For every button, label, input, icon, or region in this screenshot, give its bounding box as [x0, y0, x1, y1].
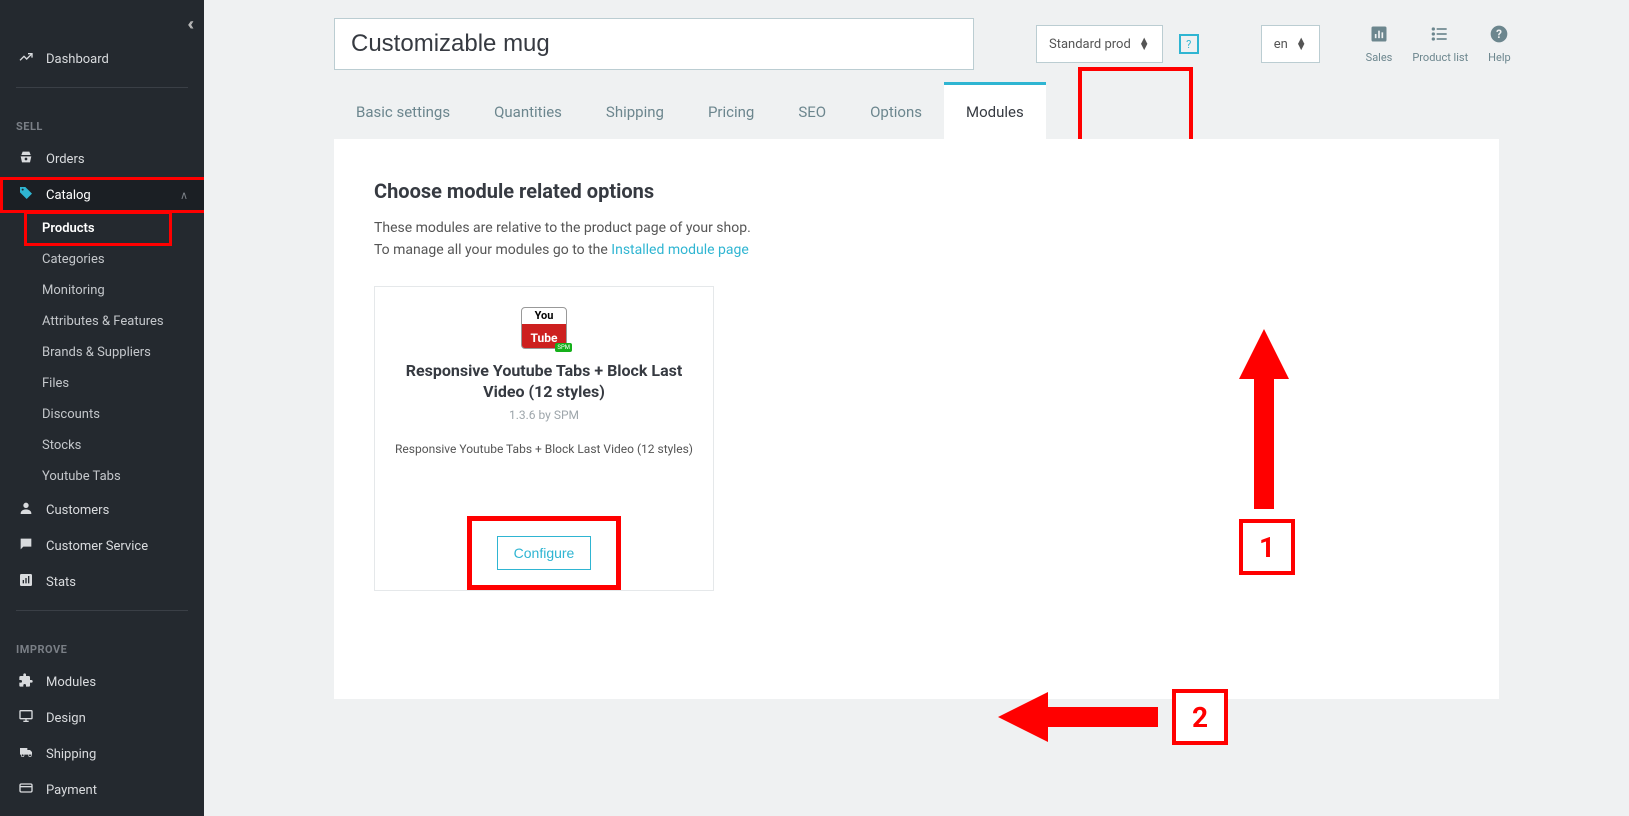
sidebar-sub-products[interactable]: Products [0, 213, 204, 244]
sidebar-item-stats[interactable]: Stats [0, 564, 204, 600]
sidebar-item-label: Design [46, 711, 86, 726]
panel-desc-line1: These modules are relative to the produc… [374, 220, 751, 236]
quicklink-sales[interactable]: Sales [1366, 24, 1393, 64]
product-name-input[interactable] [334, 18, 974, 70]
quicklink-label: Product list [1412, 51, 1468, 64]
list-icon [1430, 24, 1450, 49]
sidebar-item-international[interactable]: International [0, 808, 204, 816]
module-meta: 1.3.6 by SPM [395, 408, 693, 422]
sidebar-sub-monitoring[interactable]: Monitoring [0, 275, 204, 306]
sidebar-item-modules[interactable]: Modules [0, 664, 204, 700]
sidebar-item-label: Orders [46, 152, 85, 167]
module-logo-youtube-icon: SPM [521, 307, 567, 349]
sidebar-section-sell: SELL [0, 98, 204, 141]
quicklink-label: Sales [1366, 51, 1393, 64]
sidebar-item-catalog[interactable]: Catalog ∧ [0, 177, 204, 213]
tab-options[interactable]: Options [848, 85, 944, 139]
annotation-number-2: 2 [1172, 689, 1228, 745]
help-hint-icon[interactable]: ? [1179, 34, 1199, 54]
sidebar-section-improve: IMPROVE [0, 621, 204, 664]
sidebar: ‹‹ Dashboard SELL Orders Catalog ∧ [0, 0, 204, 816]
sidebar-item-dashboard[interactable]: Dashboard [0, 41, 204, 77]
sidebar-collapse-icon[interactable]: ‹‹ [0, 8, 204, 41]
sidebar-item-customer-service[interactable]: Customer Service [0, 528, 204, 564]
annotation-number-1: 1 [1239, 519, 1295, 575]
product-type-dropdown[interactable]: Standard prod ▲▼ [1036, 25, 1163, 63]
divider [16, 610, 188, 611]
sidebar-sub-brands[interactable]: Brands & Suppliers [0, 337, 204, 368]
sidebar-item-design[interactable]: Design [0, 700, 204, 736]
sidebar-item-label: Catalog [46, 188, 91, 203]
truck-icon [16, 744, 36, 764]
product-tabs: Basic settings Quantities Shipping Prici… [204, 82, 1629, 139]
tab-quantities[interactable]: Quantities [472, 85, 584, 139]
monitor-icon [16, 708, 36, 728]
module-card: SPM Responsive Youtube Tabs + Block Last… [374, 286, 714, 592]
dropdown-value: en [1274, 37, 1288, 52]
tab-basic[interactable]: Basic settings [334, 85, 472, 139]
configure-button[interactable]: Configure [497, 536, 592, 570]
stats-icon [1369, 24, 1389, 49]
credit-card-icon [16, 780, 36, 800]
sidebar-sub-stocks[interactable]: Stocks [0, 430, 204, 461]
quicklink-help[interactable]: ? Help [1488, 24, 1511, 64]
sidebar-item-label: Dashboard [46, 52, 109, 67]
sidebar-item-label: Shipping [46, 747, 96, 762]
modules-panel: Choose module related options These modu… [334, 139, 1499, 699]
basket-icon [16, 149, 36, 169]
module-description: Responsive Youtube Tabs + Block Last Vid… [395, 442, 693, 456]
sidebar-sub-files[interactable]: Files [0, 368, 204, 399]
person-icon [16, 500, 36, 520]
chevron-up-icon: ∧ [180, 189, 188, 202]
sidebar-item-orders[interactable]: Orders [0, 141, 204, 177]
module-badge: SPM [555, 343, 572, 352]
sidebar-item-shipping[interactable]: Shipping [0, 736, 204, 772]
trending-up-icon [16, 49, 36, 69]
annotation-arrow-up [1239, 329, 1289, 509]
tab-pricing[interactable]: Pricing [686, 85, 776, 139]
help-icon: ? [1489, 24, 1509, 49]
sidebar-sub-youtube-tabs[interactable]: Youtube Tabs [0, 461, 204, 492]
bar-chart-icon [16, 572, 36, 592]
top-toolbar: Standard prod ▲▼ ? en ▲▼ Sales [204, 0, 1629, 82]
tab-shipping[interactable]: Shipping [584, 85, 686, 139]
dropdown-value: Standard prod [1049, 37, 1131, 52]
sidebar-item-label: Customers [46, 503, 109, 518]
sidebar-sub-attributes[interactable]: Attributes & Features [0, 306, 204, 337]
tab-modules[interactable]: Modules [944, 82, 1046, 139]
quicklink-label: Help [1488, 51, 1511, 64]
sort-arrows-icon: ▲▼ [1296, 38, 1307, 50]
sidebar-sub-discounts[interactable]: Discounts [0, 399, 204, 430]
annotation-arrow-left [998, 687, 1158, 747]
tag-icon [16, 185, 36, 205]
sort-arrows-icon: ▲▼ [1139, 38, 1150, 50]
svg-text:?: ? [1497, 27, 1503, 41]
quicklink-product-list[interactable]: Product list [1412, 24, 1468, 64]
sidebar-item-label: Payment [46, 783, 97, 798]
divider [16, 87, 188, 88]
panel-description: These modules are relative to the produc… [374, 217, 1459, 262]
chat-icon [16, 536, 36, 556]
panel-title: Choose module related options [374, 179, 1459, 203]
language-dropdown[interactable]: en ▲▼ [1261, 25, 1320, 63]
puzzle-icon [16, 672, 36, 692]
module-title: Responsive Youtube Tabs + Block Last Vid… [395, 361, 693, 403]
sidebar-sub-categories[interactable]: Categories [0, 244, 204, 275]
sidebar-item-label: Customer Service [46, 539, 148, 554]
installed-modules-link[interactable]: Installed module page [611, 242, 749, 258]
main-content: Standard prod ▲▼ ? en ▲▼ Sales [204, 0, 1629, 816]
sidebar-item-payment[interactable]: Payment [0, 772, 204, 808]
sidebar-item-label: Modules [46, 675, 96, 690]
panel-desc-line2-pre: To manage all your modules go to the [374, 242, 611, 258]
sidebar-item-customers[interactable]: Customers [0, 492, 204, 528]
tab-seo[interactable]: SEO [776, 85, 848, 139]
sidebar-item-label: Stats [46, 575, 76, 590]
quick-links: Sales Product list ? Help [1366, 24, 1511, 64]
